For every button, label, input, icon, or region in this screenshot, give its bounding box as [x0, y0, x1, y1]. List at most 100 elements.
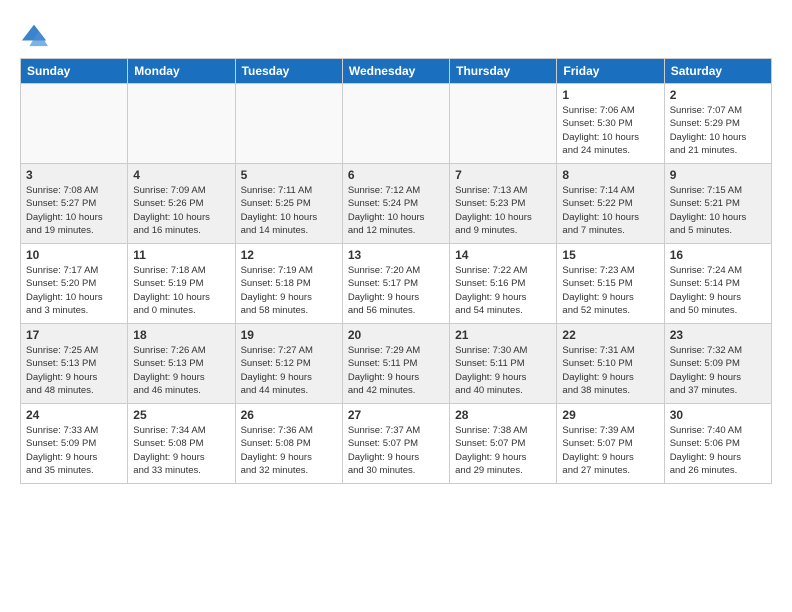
logo [20, 20, 52, 48]
calendar-week-2: 3 Sunrise: 7:08 AM Sunset: 5:27 PM Daylig… [21, 164, 772, 244]
calendar-week-5: 24Sunrise: 7:33 AM Sunset: 5:09 PM Dayli… [21, 404, 772, 484]
calendar-cell: 14Sunrise: 7:22 AM Sunset: 5:16 PM Dayli… [450, 244, 557, 324]
day-info: Sunrise: 7:38 AM Sunset: 5:07 PM Dayligh… [455, 424, 551, 477]
day-number: 18 [133, 328, 229, 342]
day-number: 1 [562, 88, 658, 102]
calendar-cell: 26 Sunrise: 7:36 AM Sunset: 5:08 PM Dayli… [235, 404, 342, 484]
day-info: Sunrise: 7:11 AM Sunset: 5:25 PM Dayligh… [241, 184, 337, 237]
calendar-cell: 25 Sunrise: 7:34 AM Sunset: 5:08 PM Dayli… [128, 404, 235, 484]
day-number: 27 [348, 408, 444, 422]
day-number: 9 [670, 168, 766, 182]
day-info: Sunrise: 7:15 AM Sunset: 5:21 PM Dayligh… [670, 184, 766, 237]
day-number: 2 [670, 88, 766, 102]
header-tuesday: Tuesday [235, 59, 342, 84]
day-number: 3 [26, 168, 122, 182]
day-number: 28 [455, 408, 551, 422]
day-number: 15 [562, 248, 658, 262]
header-thursday: Thursday [450, 59, 557, 84]
calendar-cell [235, 84, 342, 164]
day-number: 8 [562, 168, 658, 182]
calendar-table: SundayMondayTuesdayWednesdayThursdayFrid… [20, 58, 772, 484]
day-info: Sunrise: 7:36 AM Sunset: 5:08 PM Dayligh… [241, 424, 337, 477]
calendar-cell: 6 Sunrise: 7:12 AM Sunset: 5:24 PM Daylig… [342, 164, 449, 244]
day-number: 26 [241, 408, 337, 422]
day-info: Sunrise: 7:40 AM Sunset: 5:06 PM Dayligh… [670, 424, 766, 477]
day-info: Sunrise: 7:30 AM Sunset: 5:11 PM Dayligh… [455, 344, 551, 397]
calendar-cell [21, 84, 128, 164]
calendar-cell: 29 Sunrise: 7:39 AM Sunset: 5:07 PM Dayli… [557, 404, 664, 484]
calendar-cell: 9 Sunrise: 7:15 AM Sunset: 5:21 PM Daylig… [664, 164, 771, 244]
calendar-cell: 20 Sunrise: 7:29 AM Sunset: 5:11 PM Dayli… [342, 324, 449, 404]
calendar-cell: 8 Sunrise: 7:14 AM Sunset: 5:22 PM Daylig… [557, 164, 664, 244]
day-number: 5 [241, 168, 337, 182]
calendar-cell: 21 Sunrise: 7:30 AM Sunset: 5:11 PM Dayli… [450, 324, 557, 404]
calendar-cell: 23 Sunrise: 7:32 AM Sunset: 5:09 PM Dayli… [664, 324, 771, 404]
calendar-cell: 24Sunrise: 7:33 AM Sunset: 5:09 PM Dayli… [21, 404, 128, 484]
day-info: Sunrise: 7:34 AM Sunset: 5:08 PM Dayligh… [133, 424, 229, 477]
day-info: Sunrise: 7:06 AM Sunset: 5:30 PM Dayligh… [562, 104, 658, 157]
day-info: Sunrise: 7:23 AM Sunset: 5:15 PM Dayligh… [562, 264, 658, 317]
day-number: 7 [455, 168, 551, 182]
calendar-cell: 22 Sunrise: 7:31 AM Sunset: 5:10 PM Dayli… [557, 324, 664, 404]
calendar-cell: 4 Sunrise: 7:09 AM Sunset: 5:26 PM Daylig… [128, 164, 235, 244]
day-number: 6 [348, 168, 444, 182]
header-friday: Friday [557, 59, 664, 84]
day-info: Sunrise: 7:18 AM Sunset: 5:19 PM Dayligh… [133, 264, 229, 317]
logo-icon [20, 20, 48, 48]
calendar-cell: 3 Sunrise: 7:08 AM Sunset: 5:27 PM Daylig… [21, 164, 128, 244]
calendar-cell [450, 84, 557, 164]
day-number: 22 [562, 328, 658, 342]
day-info: Sunrise: 7:08 AM Sunset: 5:27 PM Dayligh… [26, 184, 122, 237]
calendar-header-row: SundayMondayTuesdayWednesdayThursdayFrid… [21, 59, 772, 84]
header-sunday: Sunday [21, 59, 128, 84]
calendar-cell: 10 Sunrise: 7:17 AM Sunset: 5:20 PM Dayli… [21, 244, 128, 324]
day-number: 19 [241, 328, 337, 342]
calendar-cell: 1 Sunrise: 7:06 AM Sunset: 5:30 PM Daylig… [557, 84, 664, 164]
day-number: 25 [133, 408, 229, 422]
day-number: 29 [562, 408, 658, 422]
day-number: 10 [26, 248, 122, 262]
day-number: 13 [348, 248, 444, 262]
calendar-cell: 30 Sunrise: 7:40 AM Sunset: 5:06 PM Dayli… [664, 404, 771, 484]
header-saturday: Saturday [664, 59, 771, 84]
day-info: Sunrise: 7:09 AM Sunset: 5:26 PM Dayligh… [133, 184, 229, 237]
day-info: Sunrise: 7:20 AM Sunset: 5:17 PM Dayligh… [348, 264, 444, 317]
day-info: Sunrise: 7:13 AM Sunset: 5:23 PM Dayligh… [455, 184, 551, 237]
day-info: Sunrise: 7:25 AM Sunset: 5:13 PM Dayligh… [26, 344, 122, 397]
calendar-cell: 12 Sunrise: 7:19 AM Sunset: 5:18 PM Dayli… [235, 244, 342, 324]
day-info: Sunrise: 7:17 AM Sunset: 5:20 PM Dayligh… [26, 264, 122, 317]
day-number: 24 [26, 408, 122, 422]
calendar-cell: 27 Sunrise: 7:37 AM Sunset: 5:07 PM Dayli… [342, 404, 449, 484]
day-number: 23 [670, 328, 766, 342]
calendar-cell: 18Sunrise: 7:26 AM Sunset: 5:13 PM Dayli… [128, 324, 235, 404]
day-number: 20 [348, 328, 444, 342]
day-number: 12 [241, 248, 337, 262]
day-info: Sunrise: 7:29 AM Sunset: 5:11 PM Dayligh… [348, 344, 444, 397]
day-info: Sunrise: 7:19 AM Sunset: 5:18 PM Dayligh… [241, 264, 337, 317]
day-info: Sunrise: 7:14 AM Sunset: 5:22 PM Dayligh… [562, 184, 658, 237]
calendar-week-1: 1 Sunrise: 7:06 AM Sunset: 5:30 PM Daylig… [21, 84, 772, 164]
day-info: Sunrise: 7:31 AM Sunset: 5:10 PM Dayligh… [562, 344, 658, 397]
day-number: 30 [670, 408, 766, 422]
day-number: 14 [455, 248, 551, 262]
day-number: 4 [133, 168, 229, 182]
calendar-cell: 2Sunrise: 7:07 AM Sunset: 5:29 PM Daylig… [664, 84, 771, 164]
page-header [20, 20, 772, 48]
day-info: Sunrise: 7:39 AM Sunset: 5:07 PM Dayligh… [562, 424, 658, 477]
calendar-cell [342, 84, 449, 164]
day-info: Sunrise: 7:24 AM Sunset: 5:14 PM Dayligh… [670, 264, 766, 317]
day-info: Sunrise: 7:37 AM Sunset: 5:07 PM Dayligh… [348, 424, 444, 477]
calendar-cell: 7 Sunrise: 7:13 AM Sunset: 5:23 PM Daylig… [450, 164, 557, 244]
calendar-cell: 11 Sunrise: 7:18 AM Sunset: 5:19 PM Dayli… [128, 244, 235, 324]
calendar-cell: 17Sunrise: 7:25 AM Sunset: 5:13 PM Dayli… [21, 324, 128, 404]
day-info: Sunrise: 7:27 AM Sunset: 5:12 PM Dayligh… [241, 344, 337, 397]
day-info: Sunrise: 7:32 AM Sunset: 5:09 PM Dayligh… [670, 344, 766, 397]
calendar-cell: 16 Sunrise: 7:24 AM Sunset: 5:14 PM Dayli… [664, 244, 771, 324]
calendar-cell: 28 Sunrise: 7:38 AM Sunset: 5:07 PM Dayli… [450, 404, 557, 484]
day-number: 11 [133, 248, 229, 262]
day-number: 16 [670, 248, 766, 262]
calendar-week-3: 10 Sunrise: 7:17 AM Sunset: 5:20 PM Dayli… [21, 244, 772, 324]
day-number: 21 [455, 328, 551, 342]
day-info: Sunrise: 7:12 AM Sunset: 5:24 PM Dayligh… [348, 184, 444, 237]
calendar-cell: 19 Sunrise: 7:27 AM Sunset: 5:12 PM Dayli… [235, 324, 342, 404]
